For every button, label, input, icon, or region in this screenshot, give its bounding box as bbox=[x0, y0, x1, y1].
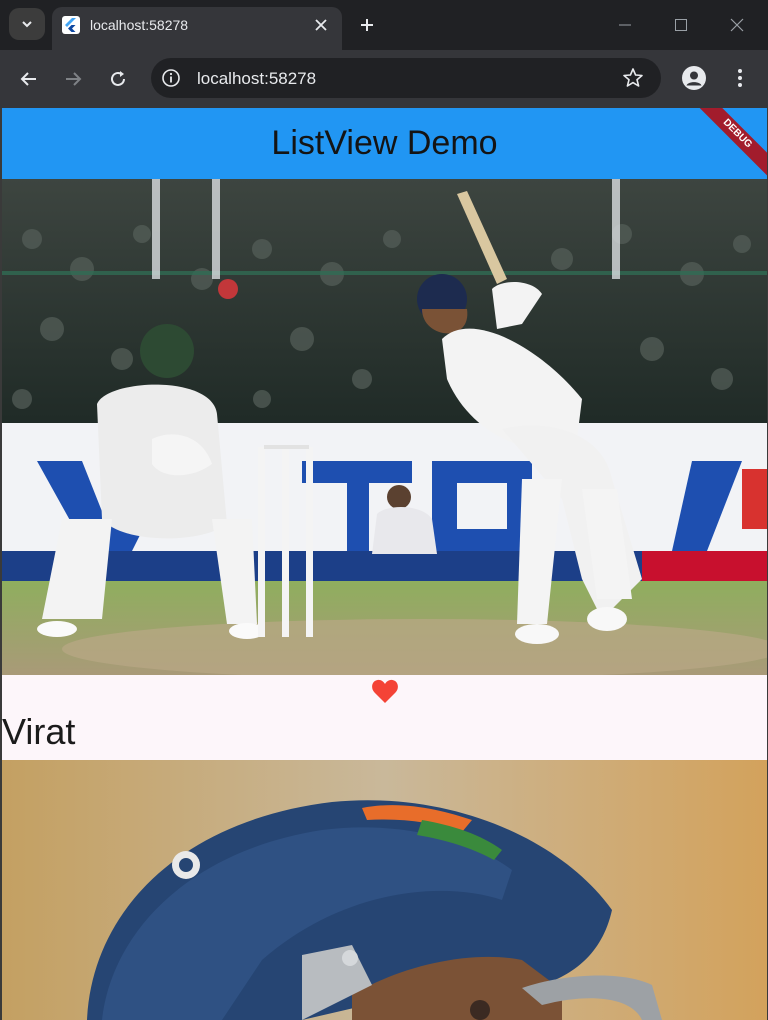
flutter-icon bbox=[62, 16, 80, 34]
close-window-button[interactable] bbox=[724, 12, 750, 38]
profile-icon[interactable] bbox=[682, 66, 706, 90]
batsman-helmet-closeup-photo[interactable] bbox=[2, 760, 767, 1020]
reload-button[interactable] bbox=[105, 66, 131, 92]
address-bar[interactable]: localhost:58278 bbox=[151, 58, 661, 98]
app-title: ListView Demo bbox=[271, 124, 498, 162]
minimize-window-button[interactable] bbox=[612, 12, 638, 38]
close-icon[interactable] bbox=[310, 14, 332, 36]
tab-search-button[interactable] bbox=[9, 8, 45, 40]
app-viewport[interactable]: ListView Demo DEBUG Virat bbox=[2, 108, 767, 1020]
minimize-icon bbox=[619, 24, 631, 26]
forward-button[interactable] bbox=[60, 66, 86, 92]
info-icon[interactable] bbox=[161, 68, 181, 88]
heart-icon[interactable] bbox=[371, 678, 399, 704]
batsman-playing-shot-photo[interactable] bbox=[2, 179, 767, 675]
list-item-name: Virat bbox=[2, 711, 76, 752]
url-text: localhost:58278 bbox=[197, 69, 317, 88]
window-close-icon bbox=[730, 18, 744, 32]
browser-toolbar: localhost:58278 bbox=[0, 50, 768, 108]
maximize-icon bbox=[675, 19, 687, 31]
app-bar: ListView Demo bbox=[2, 108, 767, 179]
reload-icon bbox=[111, 71, 125, 86]
maximize-window-button[interactable] bbox=[668, 12, 694, 38]
chevron-down-icon bbox=[22, 21, 32, 28]
kebab-menu-icon[interactable] bbox=[728, 66, 752, 90]
browser-tab-strip: localhost:58278 bbox=[0, 0, 768, 50]
tab-title: localhost:58278 bbox=[90, 17, 189, 33]
browser-tab[interactable]: localhost:58278 bbox=[52, 7, 342, 50]
arrow-left-icon bbox=[20, 72, 36, 86]
plus-icon bbox=[361, 19, 373, 31]
back-button[interactable] bbox=[16, 66, 42, 92]
new-tab-button[interactable] bbox=[354, 12, 380, 38]
star-icon[interactable] bbox=[621, 66, 645, 90]
arrow-right-icon bbox=[66, 72, 82, 86]
